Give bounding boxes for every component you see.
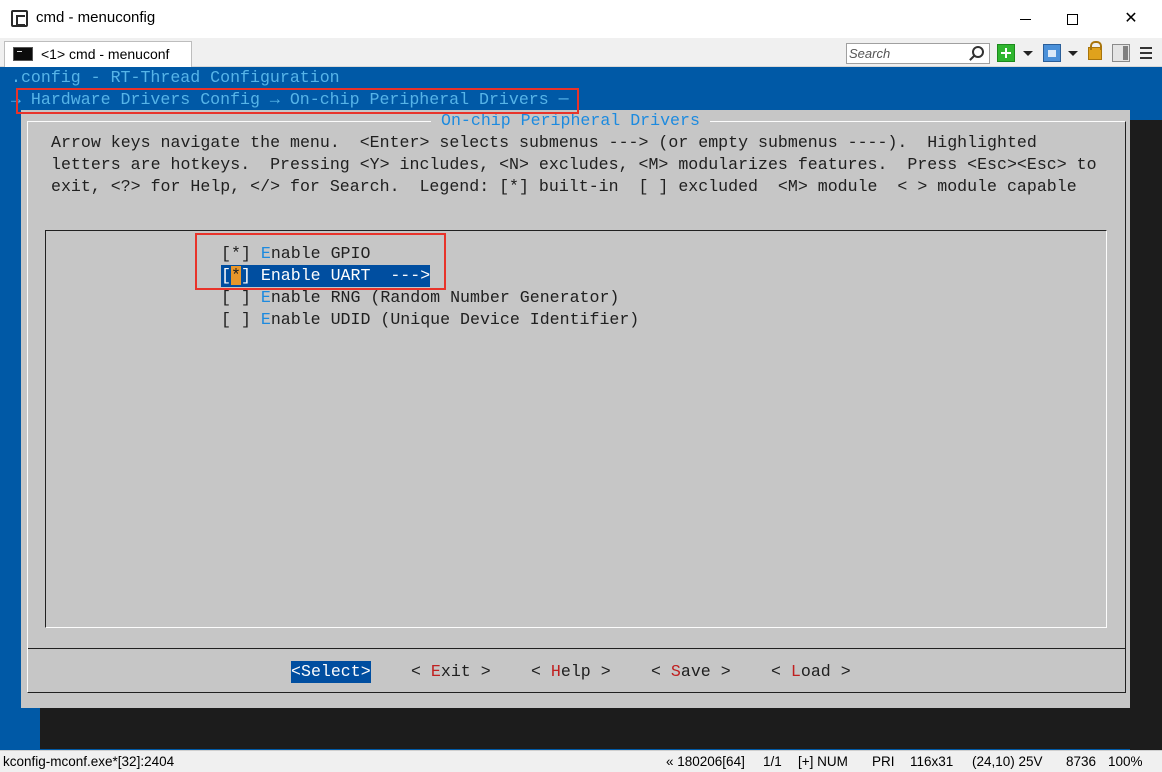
menu-dialog: On-chip Peripheral Drivers Arrow keys na…: [21, 110, 1130, 708]
title-bar: cmd - menuconfig ✕: [0, 0, 1162, 38]
button-divider: [28, 648, 1125, 649]
select-button[interactable]: <Select>: [291, 661, 371, 683]
maximize-button[interactable]: [1049, 0, 1095, 38]
config-header: .config - RT-Thread Configuration: [11, 68, 340, 87]
console-app-icon: [11, 10, 28, 27]
status-memory: 8736: [1066, 754, 1097, 769]
items-highlight-box: [195, 233, 446, 290]
load-button[interactable]: < Load >: [771, 661, 851, 683]
chevron-down-icon[interactable]: [1023, 51, 1033, 56]
close-button[interactable]: ✕: [1108, 0, 1154, 38]
terminal-icon: [13, 47, 33, 61]
maximize-icon: [1066, 13, 1078, 25]
status-process: kconfig-mconf.exe*[32]:2404: [3, 754, 175, 769]
status-pid: « 180206[64]: [666, 754, 745, 769]
dialog-shadow: [1130, 120, 1162, 750]
status-pri: PRI: [872, 754, 895, 769]
menu-item-udid[interactable]: [ ] Enable UDID (Unique Device Identifie…: [221, 309, 639, 331]
hotkey-letter: E: [260, 310, 271, 329]
minimize-button[interactable]: [1002, 0, 1048, 38]
help-text-line: Arrow keys navigate the menu. <Enter> se…: [51, 133, 1037, 152]
help-text-line: exit, <?> for Help, </> for Search. Lege…: [51, 177, 1077, 196]
split-panel-icon[interactable]: [1112, 44, 1130, 62]
status-bar: kconfig-mconf.exe*[32]:2404 « 180206[64]…: [0, 750, 1162, 772]
help-text-line: letters are hotkeys. Pressing <Y> includ…: [51, 155, 1097, 174]
dialog-shadow: [40, 708, 1162, 749]
hamburger-menu-icon[interactable]: [1138, 44, 1154, 62]
terminal[interactable]: .config - RT-Thread Configuration → Hard…: [0, 67, 1162, 750]
save-button[interactable]: < Save >: [651, 661, 731, 683]
breadcrumb-highlight-box: [16, 88, 579, 114]
checkbox-mark[interactable]: [231, 288, 241, 307]
status-numlock: [+] NUM: [798, 754, 848, 769]
new-console-icon[interactable]: [997, 44, 1015, 62]
status-zoom: 100%: [1108, 754, 1143, 769]
search-icon[interactable]: [972, 46, 984, 58]
minimize-icon: [1019, 18, 1031, 20]
status-cursor: (24,10) 25V: [972, 754, 1043, 769]
chevron-down-icon[interactable]: [1068, 51, 1078, 56]
tab-label: <1> cmd - menuconf: [41, 46, 170, 62]
lock-icon[interactable]: [1088, 41, 1102, 60]
help-button[interactable]: < Help >: [531, 661, 611, 683]
search-input[interactable]: [849, 45, 967, 62]
checkbox-mark[interactable]: [231, 310, 241, 329]
console-tab[interactable]: <1> cmd - menuconf: [4, 41, 192, 67]
hotkey-letter: E: [260, 288, 271, 307]
status-size: 116x31: [910, 754, 954, 769]
close-icon: ✕: [1124, 10, 1138, 27]
tab-bar: <1> cmd - menuconf: [0, 38, 1162, 67]
window-title: cmd - menuconfig: [36, 9, 156, 26]
status-position: 1/1: [763, 754, 782, 769]
view-icon[interactable]: [1043, 44, 1061, 62]
search-box[interactable]: [846, 43, 990, 64]
menu-item-rng[interactable]: [ ] Enable RNG (Random Number Generator): [221, 287, 619, 309]
exit-button[interactable]: < Exit >: [411, 661, 491, 683]
